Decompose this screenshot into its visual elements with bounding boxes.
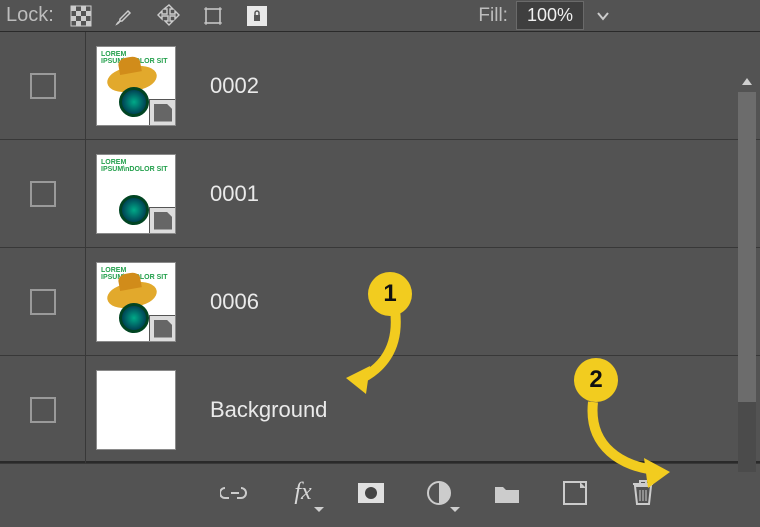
fx-icon[interactable]: fx — [288, 478, 318, 508]
scroll-up-icon[interactable] — [738, 72, 756, 92]
layer-name[interactable]: 0001 — [210, 181, 259, 207]
visibility-toggle[interactable] — [30, 289, 56, 315]
group-icon[interactable] — [492, 478, 522, 508]
scrollbar-thumb[interactable] — [738, 92, 756, 402]
lock-all-icon[interactable] — [244, 3, 270, 29]
lock-brush-icon[interactable] — [112, 3, 138, 29]
lock-icon-group — [68, 3, 270, 29]
layer-row[interactable]: LOREM IPSUM\nDOLOR SIT 0001 — [0, 140, 760, 248]
layer-thumbnail[interactable]: LOREM IPSUM\nDOLOR SIT — [96, 46, 176, 126]
lock-transparency-icon[interactable] — [68, 3, 94, 29]
layer-row[interactable]: Background — [0, 356, 760, 464]
lock-label: Lock: — [6, 4, 54, 27]
visibility-toggle[interactable] — [30, 397, 56, 423]
layer-thumbnail[interactable]: LOREM IPSUM\nDOLOR SIT — [96, 262, 176, 342]
mask-icon[interactable] — [356, 478, 386, 508]
adjustment-layer-icon[interactable] — [424, 478, 454, 508]
annotation-marker-1: 1 — [368, 272, 412, 316]
visibility-toggle[interactable] — [30, 73, 56, 99]
layer-thumbnail[interactable]: LOREM IPSUM\nDOLOR SIT — [96, 154, 176, 234]
layer-name[interactable]: 0002 — [210, 73, 259, 99]
layer-name[interactable]: Background — [210, 397, 327, 423]
trash-icon[interactable] — [628, 478, 658, 508]
new-layer-icon[interactable] — [560, 478, 590, 508]
scrollbar-track[interactable] — [738, 92, 756, 472]
layer-thumbnail[interactable] — [96, 370, 176, 450]
lock-artboard-icon[interactable] — [200, 3, 226, 29]
fill-label: Fill: — [478, 5, 508, 27]
link-layers-icon[interactable] — [220, 478, 250, 508]
chevron-down-icon[interactable] — [592, 5, 614, 27]
annotation-marker-2: 2 — [574, 358, 618, 402]
layer-name[interactable]: 0006 — [210, 289, 259, 315]
layer-row[interactable]: LOREM IPSUM\nDOLOR SIT 0002 — [0, 32, 760, 140]
lock-position-icon[interactable] — [156, 3, 182, 29]
fill-value-box[interactable]: 100% — [516, 1, 584, 30]
layers-panel: LOREM IPSUM\nDOLOR SIT 0002 LOREM IPSUM\… — [0, 32, 760, 462]
visibility-toggle[interactable] — [30, 181, 56, 207]
